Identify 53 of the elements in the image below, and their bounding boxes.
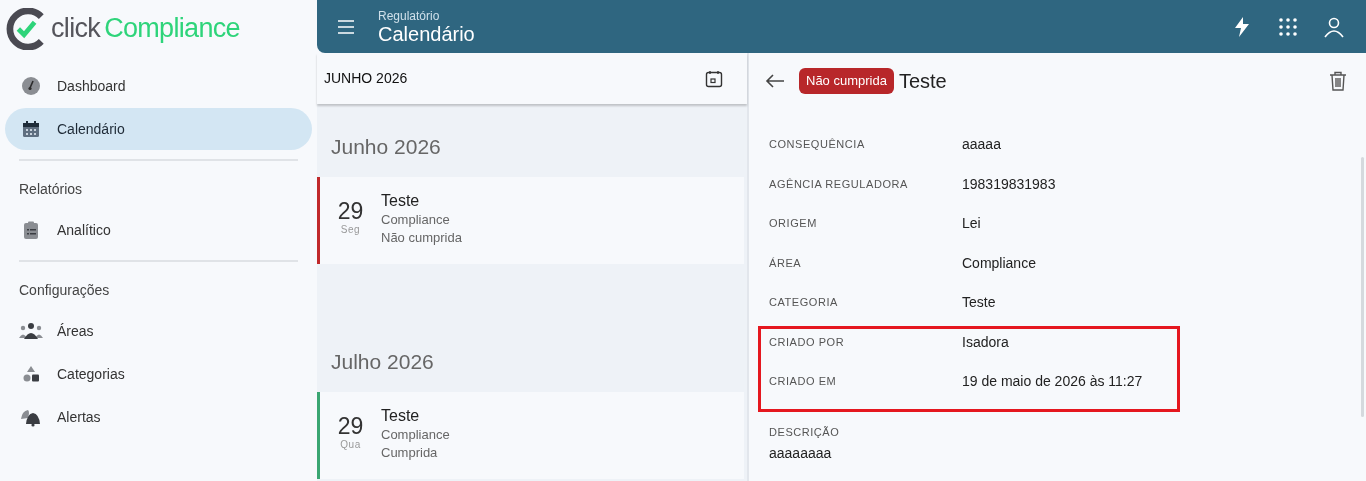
- field-label: ÁREA: [768, 255, 803, 271]
- gauge-icon: [21, 76, 41, 96]
- calendar-icon: [21, 119, 41, 139]
- weekday: Qua: [340, 440, 361, 450]
- field-value: Isadora: [962, 332, 1009, 352]
- month-heading: Junho 2026: [330, 133, 442, 160]
- sidebar-item[interactable]: Áreas: [5, 310, 312, 352]
- field-label: CATEGORIA: [768, 295, 839, 310]
- month-heading: Julho 2026: [330, 348, 435, 375]
- weekday: Seg: [340, 225, 361, 235]
- clipboard-icon: [21, 220, 41, 240]
- field-label: ORIGEM: [768, 216, 818, 231]
- sidebar-item[interactable]: Analítico: [5, 209, 312, 251]
- sidebar-item[interactable]: Alertas: [5, 396, 312, 438]
- field-value: 198319831983: [962, 174, 1056, 194]
- logo-text: Compliance: [104, 12, 240, 46]
- sidebar-item[interactable]: Dashboard: [5, 65, 312, 107]
- section-heading: Configurações: [18, 280, 111, 300]
- field-value: Lei: [962, 214, 981, 233]
- detail-title: Teste: [898, 69, 947, 94]
- field-value: 19 de maio de 2026 às 11:27: [962, 372, 1143, 391]
- month-label: JUNHO 2026: [324, 69, 408, 88]
- field-label: CONSEQUÊNCIA: [768, 137, 866, 152]
- event-title: Teste: [381, 406, 421, 426]
- field-value: Teste: [962, 293, 996, 312]
- event-area: Compliance: [381, 426, 450, 444]
- logo-text: click: [51, 12, 101, 46]
- day-number: 29: [337, 200, 364, 223]
- event-area: Compliance: [381, 211, 462, 229]
- bells-icon: [19, 407, 43, 427]
- people-icon: [19, 321, 43, 341]
- field-value: aaaaa: [962, 135, 1001, 154]
- event-title: Teste: [381, 191, 421, 211]
- sidebar-item[interactable]: Categorias: [5, 353, 312, 395]
- field-label: CRIADO EM: [768, 374, 838, 389]
- event-card[interactable]: 29 Qua Teste Compliance Cumprida: [317, 392, 744, 479]
- calendar-icon[interactable]: [704, 68, 724, 89]
- event-status: Cumprida: [381, 444, 439, 462]
- sidebar-item[interactable]: Calendário: [5, 108, 312, 150]
- field-label: DESCRIÇÃO: [769, 424, 841, 440]
- breadcrumb: Regulatório: [378, 9, 441, 22]
- field-label: AGÊNCIA REGULADORA: [768, 176, 909, 192]
- shapes-icon: [21, 364, 41, 384]
- field-value: Compliance: [962, 253, 1036, 273]
- status-badge: Não cumprida: [799, 68, 894, 94]
- scrollbar[interactable]: [1361, 157, 1364, 417]
- page-title: Calendário: [378, 23, 475, 44]
- field-label: CRIADO POR: [768, 334, 846, 350]
- section-heading: Relatórios: [18, 179, 84, 199]
- field-value: aaaaaaaa: [769, 444, 833, 463]
- day-number: 29: [337, 415, 364, 438]
- event-card[interactable]: 29 Seg Teste Compliance Não cumprida: [317, 177, 744, 264]
- event-status: Não cumprida: [381, 229, 462, 247]
